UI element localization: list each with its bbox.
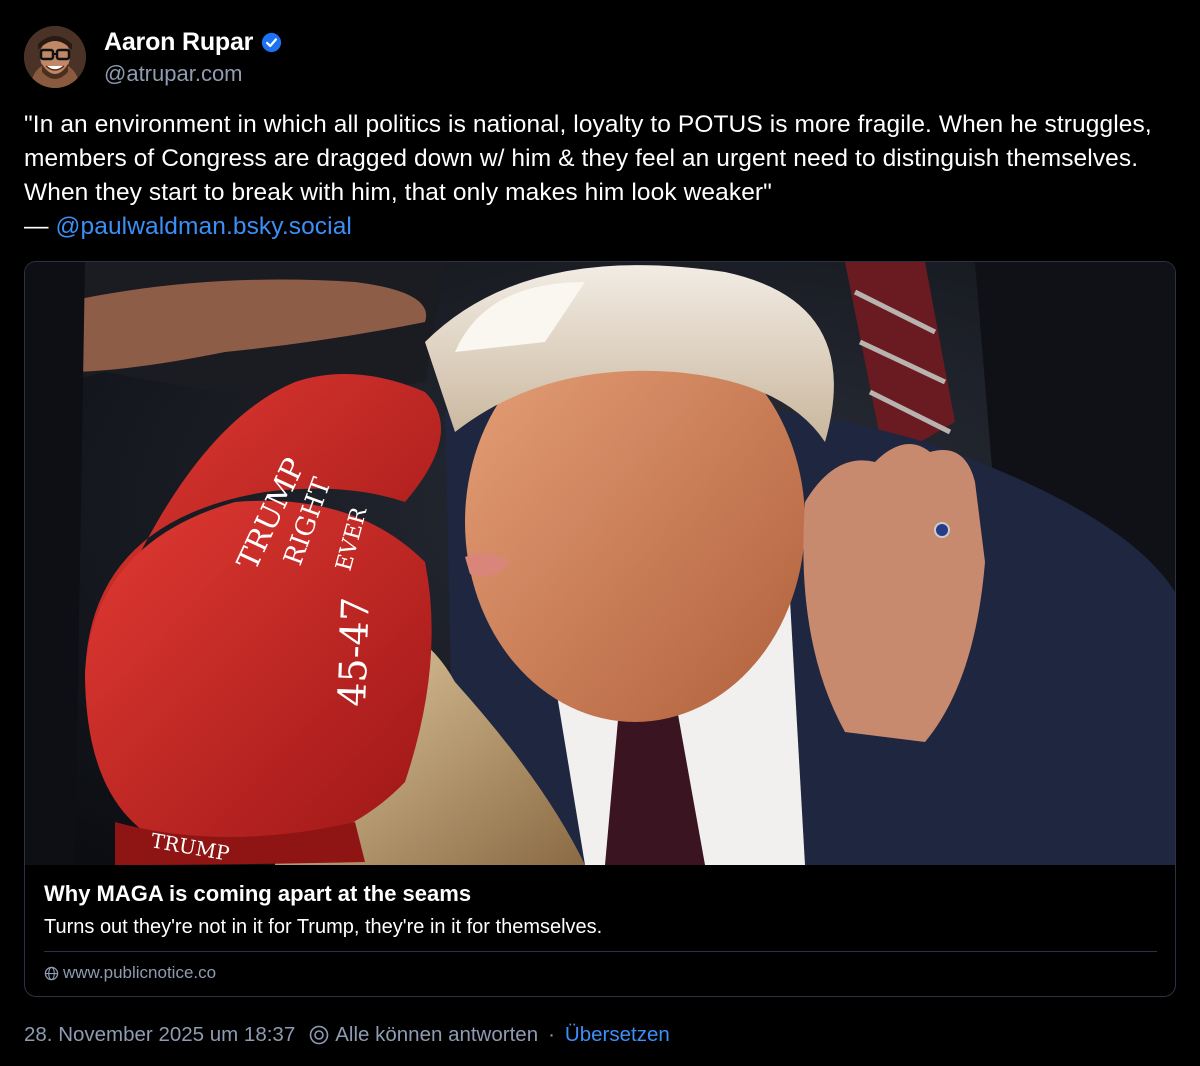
globe-icon	[44, 966, 59, 980]
reply-settings-text: Alle können antworten	[335, 1023, 539, 1046]
avatar[interactable]	[24, 26, 86, 88]
post-text: "In an environment in which all politics…	[24, 108, 1174, 244]
reply-settings-icon	[309, 1025, 329, 1045]
link-card-description: Turns out they're not in it for Trump, t…	[44, 916, 603, 938]
link-card-body[interactable]: Why MAGA is coming apart at the seams Tu…	[25, 865, 1175, 996]
footer-separator: ·	[548, 1023, 555, 1046]
post-footer: 28. November 2025 um 18:37 Alle können a…	[24, 1023, 670, 1047]
link-card[interactable]: 45-47 TRUMP RIGHT EVER TRUMP Why MAGA is…	[24, 261, 1176, 997]
link-card-domain: www.publicnotice.co	[63, 963, 217, 982]
post-header: Aaron Rupar @atrupar.com	[24, 26, 282, 88]
link-card-divider	[44, 951, 1157, 952]
link-card-title[interactable]: Why MAGA is coming apart at the seams	[44, 881, 471, 907]
author-handle[interactable]: @atrupar.com	[104, 61, 282, 87]
verified-badge-icon[interactable]	[261, 32, 282, 53]
mention-link[interactable]: @paulwaldman.bsky.social	[56, 213, 352, 240]
hat-number-text: 45-47	[330, 596, 378, 707]
author-names: Aaron Rupar @atrupar.com	[104, 28, 282, 87]
translate-link[interactable]: Übersetzen	[565, 1023, 670, 1047]
author-display-name[interactable]: Aaron Rupar	[104, 28, 253, 57]
link-card-domain-row: www.publicnotice.co	[44, 963, 216, 983]
link-card-image[interactable]: 45-47 TRUMP RIGHT EVER TRUMP	[25, 262, 1175, 866]
display-name-row: Aaron Rupar	[104, 28, 282, 57]
post-timestamp[interactable]: 28. November 2025 um 18:37	[24, 1023, 295, 1047]
